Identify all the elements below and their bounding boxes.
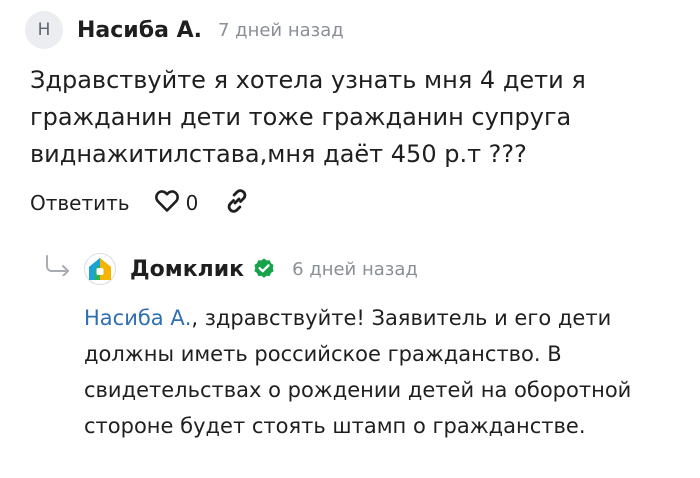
link-icon [224, 188, 250, 218]
copy-link-button[interactable] [224, 188, 250, 218]
heart-icon [154, 189, 180, 217]
comment-text: Здравствуйте я хотела узнать мня 4 дети … [30, 66, 586, 168]
reply-author-name[interactable]: Домклик [130, 257, 244, 282]
avatar[interactable]: Н [25, 11, 63, 49]
like-count: 0 [185, 191, 199, 215]
like-button[interactable]: 0 [154, 189, 199, 217]
domclick-logo-icon[interactable] [84, 253, 116, 285]
mention-link[interactable]: Насиба А. [84, 306, 191, 330]
author-name[interactable]: Насиба А. [77, 18, 202, 43]
reply-button[interactable]: Ответить [30, 191, 130, 215]
comment-timestamp: 7 дней назад [217, 19, 344, 41]
comment-actions: Ответить 0 [30, 186, 250, 220]
reply-timestamp: 6 дней назад [292, 258, 418, 280]
reply-thread-arrow-icon [44, 254, 72, 280]
reply-header: Домклик 6 дней назад [84, 252, 418, 286]
reply-text: Насиба А., здравствуйте! Заявитель и его… [84, 300, 644, 444]
verified-badge-icon [252, 257, 276, 281]
comment-header: Н Насиба А. 7 дней назад [25, 11, 344, 49]
